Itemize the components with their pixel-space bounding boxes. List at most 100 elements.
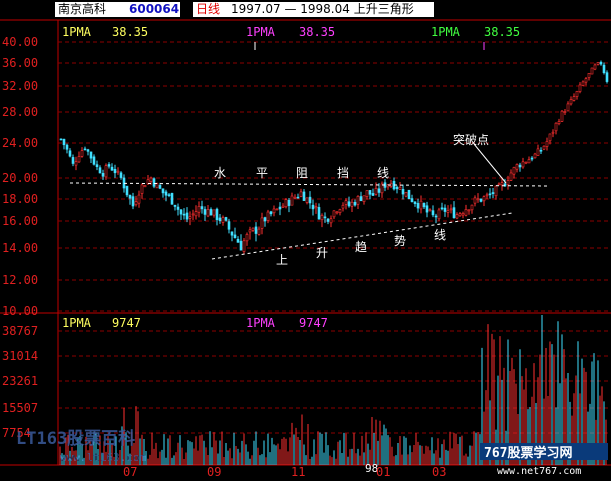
- candle-body: [554, 122, 558, 132]
- candle-body: [443, 207, 447, 212]
- candle-body: [368, 190, 372, 195]
- candle-body: [374, 187, 378, 195]
- candle-body: [143, 185, 147, 188]
- candle-body: [587, 72, 591, 78]
- candle-body: [155, 183, 159, 189]
- candle-body: [596, 62, 600, 65]
- candle-body: [590, 67, 594, 75]
- candle-body: [80, 150, 84, 157]
- candle-body: [512, 167, 516, 175]
- kline-chart[interactable]: 40.00 36.00 32.00 28.00 24.00 20.00 18.00 16.00…: [0, 0, 611, 481]
- candle-body: [230, 231, 234, 236]
- candle-body: [602, 64, 606, 74]
- candle-body: [200, 206, 204, 210]
- candle-body: [536, 148, 540, 156]
- price-tick-label: 28.00: [2, 105, 38, 119]
- candle-body: [68, 150, 72, 157]
- volume-tick-label: 23261: [2, 374, 38, 388]
- candle-body: [455, 214, 459, 219]
- candle-body: [296, 196, 300, 199]
- candle-body: [461, 213, 465, 216]
- candle-body: [377, 188, 381, 193]
- candle-body: [353, 201, 357, 206]
- resistance-char-4: 挡: [337, 166, 349, 180]
- watermark-right-brand: 767股票学习网: [484, 445, 572, 461]
- candle-body: [290, 195, 294, 206]
- x-label-03: 03: [432, 465, 446, 479]
- candle-body: [449, 208, 453, 211]
- candle-body: [575, 91, 579, 97]
- ma-value-volume-2: 9747: [299, 316, 328, 330]
- candle-body: [302, 191, 306, 201]
- resistance-char-3: 阻: [296, 166, 308, 180]
- candle-body: [407, 189, 411, 200]
- candle-body: [440, 207, 444, 210]
- candle-body: [398, 186, 402, 190]
- candle-body: [272, 208, 276, 214]
- price-tick-label: 14.00: [2, 241, 38, 255]
- candle-body: [479, 198, 483, 202]
- candle-body: [101, 172, 105, 177]
- candle-body: [434, 215, 438, 218]
- price-tick-label: 20.00: [2, 171, 38, 185]
- candle-body: [419, 200, 423, 210]
- candle-body: [134, 201, 138, 206]
- candle-body: [404, 191, 408, 197]
- price-tick-label: 16.00: [2, 214, 38, 228]
- ma-label-volume-2: 1PMA: [246, 316, 276, 330]
- candle-body: [605, 72, 609, 82]
- volume-tick-label: 15507: [2, 401, 38, 415]
- candle-body: [317, 207, 321, 220]
- candle-body: [452, 207, 456, 219]
- candle-body: [572, 96, 576, 101]
- ma-label-volume-1: 1PMA: [62, 316, 92, 330]
- candle-body: [305, 197, 309, 203]
- candle-body: [467, 209, 471, 212]
- candle-body: [458, 213, 462, 217]
- candle-body: [176, 206, 180, 210]
- candle-body: [284, 199, 288, 208]
- candle-body: [215, 208, 219, 221]
- candle-body: [188, 216, 192, 219]
- candle-body: [110, 166, 114, 171]
- candle-body: [332, 210, 336, 218]
- candle-body: [95, 164, 99, 167]
- candle-body: [194, 211, 198, 217]
- ma-label-price-1: 1PMA: [62, 25, 92, 39]
- x-label-07: 07: [123, 465, 137, 479]
- candle-body: [482, 196, 486, 202]
- candle-body: [125, 185, 129, 196]
- candle-body: [293, 196, 297, 199]
- candle-body: [311, 204, 315, 210]
- uptrend-char-1: 上: [276, 253, 288, 267]
- candle-body: [416, 203, 420, 209]
- candle-body: [494, 185, 498, 197]
- candle-body: [371, 193, 375, 196]
- candle-body: [326, 218, 330, 222]
- candle-body: [206, 209, 210, 217]
- candle-body: [437, 209, 441, 220]
- frame: [0, 19, 611, 466]
- candle-body: [530, 157, 534, 160]
- candle-body: [359, 196, 363, 202]
- candle-body: [77, 156, 81, 163]
- candle-body: [410, 198, 414, 203]
- candle-body: [281, 205, 285, 208]
- candle-body: [185, 212, 189, 220]
- candle-body: [203, 209, 207, 215]
- candle-body: [116, 170, 120, 173]
- candle-body: [518, 164, 522, 168]
- candle-body: [269, 211, 273, 215]
- candle-body: [350, 201, 354, 207]
- volume-axis: 387673101423261155077754: [2, 324, 38, 440]
- candle-body: [344, 200, 348, 205]
- candlesticks: [59, 60, 609, 254]
- candle-body: [212, 209, 216, 216]
- candle-body: [266, 211, 270, 221]
- candle-body: [365, 190, 369, 197]
- candle-body: [83, 148, 87, 151]
- candle-body: [566, 103, 570, 112]
- candle-body: [539, 149, 543, 152]
- candle-body: [323, 216, 327, 219]
- uptrend-char-4: 势: [394, 234, 406, 248]
